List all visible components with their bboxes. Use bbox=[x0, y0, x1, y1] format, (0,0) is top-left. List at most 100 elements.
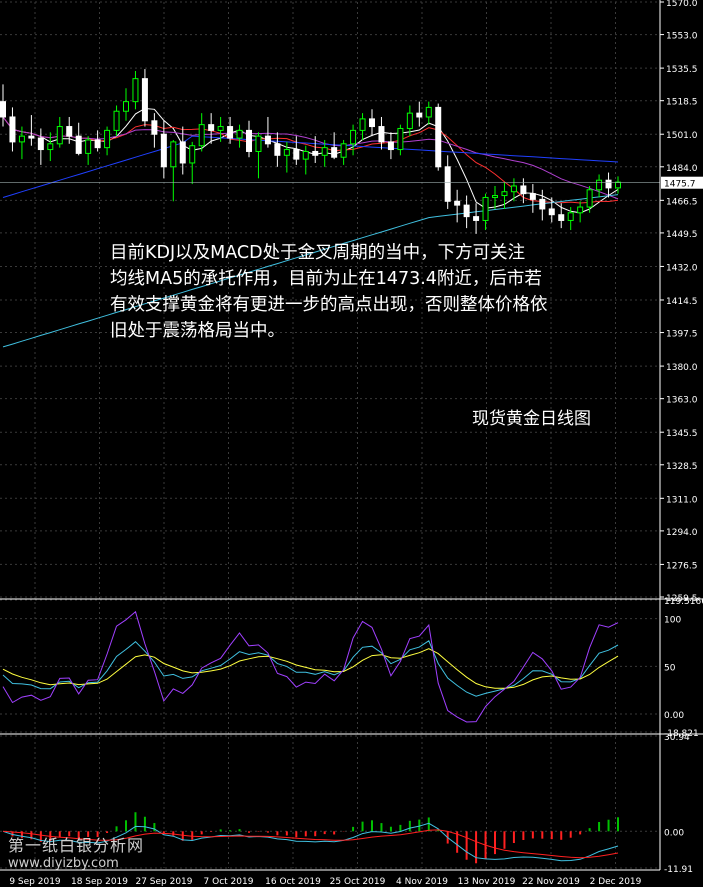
price-tick-label: 1535.5 bbox=[666, 65, 698, 75]
candle-body bbox=[56, 126, 63, 145]
candle-body bbox=[75, 135, 82, 154]
date-tick-label: 22 Nov 2019 bbox=[522, 877, 580, 887]
price-tick-label: 1276.5 bbox=[666, 561, 698, 571]
candle-body bbox=[350, 129, 357, 145]
candle-body bbox=[28, 135, 35, 139]
price-tick-label: 1553.0 bbox=[666, 32, 698, 42]
candle-body bbox=[160, 133, 167, 168]
price-tick-label: 1501.0 bbox=[666, 131, 698, 141]
candle-body bbox=[605, 179, 612, 189]
candle-body bbox=[189, 145, 196, 164]
date-tick-label: 7 Oct 2019 bbox=[204, 877, 254, 887]
candle-body bbox=[501, 191, 508, 197]
gold-daily-chart: 1570.0 1553.0 1535.5 1518.5 1501.0 1484.0 1466… bbox=[0, 0, 703, 887]
candle-body bbox=[482, 196, 489, 221]
candle-body bbox=[274, 143, 281, 156]
candle-body bbox=[567, 212, 574, 221]
candle-body bbox=[321, 147, 328, 156]
price-tick-label: 1328.5 bbox=[666, 462, 698, 472]
date-tick-label: 27 Sep 2019 bbox=[135, 877, 192, 887]
date-tick-label: 4 Nov 2019 bbox=[396, 877, 448, 887]
candle-body bbox=[548, 208, 555, 216]
candle-body bbox=[47, 143, 54, 151]
price-tick-label: 1518.5 bbox=[666, 98, 698, 108]
candle-body bbox=[283, 149, 290, 156]
price-tick-label: 1294.0 bbox=[666, 528, 698, 538]
date-tick-label: 2 Dec 2019 bbox=[590, 877, 642, 887]
candle-body bbox=[369, 118, 375, 128]
macd-tick-label: 30.94 bbox=[664, 733, 690, 743]
date-tick-label: 9 Sep 2019 bbox=[9, 877, 61, 887]
price-tick-label: 1570.0 bbox=[666, 0, 698, 9]
candle-body bbox=[179, 141, 186, 164]
candle-body bbox=[113, 110, 120, 131]
candle-body bbox=[141, 78, 148, 122]
price-tick-label: 1397.5 bbox=[666, 330, 698, 340]
candle-body bbox=[94, 139, 101, 149]
candle-body bbox=[387, 141, 394, 151]
annotation-line-1: 目前KDJ以及MACD处于金叉周期的当中，下方可关注 bbox=[110, 243, 526, 263]
candle-body bbox=[520, 185, 527, 195]
candle-body bbox=[312, 150, 319, 156]
candle-body bbox=[577, 206, 584, 214]
analysis-annotation: 目前KDJ以及MACD处于金叉周期的当中，下方可关注 均线MA5的承托作用，目前… bbox=[110, 240, 590, 344]
candle-body bbox=[9, 116, 16, 143]
candle-body bbox=[132, 78, 139, 103]
kdj-tick-label: 100 bbox=[664, 616, 681, 626]
price-tick-label: 1432.0 bbox=[666, 263, 698, 273]
price-tick-label: 1345.5 bbox=[666, 429, 698, 439]
annotation-line-4: 旧处于震荡格局当中。 bbox=[110, 321, 285, 341]
candle-body bbox=[435, 106, 442, 168]
kdj-tick-label: 50 bbox=[664, 663, 676, 673]
candle-body bbox=[539, 198, 546, 210]
candle-body bbox=[596, 179, 603, 191]
candle-body bbox=[85, 139, 92, 154]
candle-body bbox=[66, 126, 73, 137]
candle-body bbox=[302, 150, 309, 160]
candle-body bbox=[170, 141, 177, 168]
candle-body bbox=[246, 129, 252, 152]
candle-body bbox=[425, 106, 432, 118]
candle-body bbox=[255, 135, 262, 152]
price-tick-label: 1414.5 bbox=[666, 297, 698, 307]
price-tick-label: 1380.0 bbox=[666, 363, 698, 373]
candle-body bbox=[444, 166, 451, 202]
date-tick-label: 16 Oct 2019 bbox=[265, 877, 321, 887]
candle-body bbox=[151, 120, 158, 135]
date-tick-label: 25 Oct 2019 bbox=[330, 877, 386, 887]
price-tick-label: 1484.0 bbox=[666, 164, 698, 174]
candle-body bbox=[18, 135, 25, 143]
price-tick-label: 1466.5 bbox=[666, 197, 698, 207]
price-tick-label: 1363.0 bbox=[666, 396, 698, 406]
candle-body bbox=[208, 124, 215, 131]
date-tick-label: 18 Sep 2019 bbox=[71, 877, 128, 887]
candle-body bbox=[492, 195, 498, 198]
candle-body bbox=[529, 193, 536, 200]
kdj-tick-label: 119.5166 bbox=[664, 597, 703, 607]
candle-body bbox=[227, 126, 234, 139]
candle-body bbox=[0, 101, 6, 118]
candle-body bbox=[510, 185, 517, 193]
candle-body bbox=[123, 101, 129, 112]
candle-body bbox=[331, 147, 338, 158]
candle-body bbox=[416, 112, 423, 118]
kdj-tick-label: 0.00 bbox=[664, 711, 684, 721]
chart-caption: 现货黄金日线图 bbox=[472, 409, 591, 429]
candle-body bbox=[198, 124, 205, 147]
candle-body bbox=[359, 118, 366, 131]
candle-body bbox=[454, 200, 461, 206]
candle-body bbox=[104, 129, 111, 149]
current-price-label: 1475.7 bbox=[664, 180, 696, 190]
candle-body bbox=[473, 216, 480, 221]
candle-body bbox=[378, 126, 385, 143]
candle-body bbox=[397, 127, 404, 151]
candle-body bbox=[340, 143, 347, 158]
macd-tick-label: -11.91 bbox=[664, 865, 693, 875]
candle-body bbox=[293, 149, 300, 160]
candle-body bbox=[586, 189, 593, 208]
candle-body bbox=[217, 126, 224, 131]
watermark-text: 第一纸白银分析网 bbox=[8, 836, 145, 855]
candle-body bbox=[558, 214, 565, 221]
candle-body bbox=[406, 112, 413, 129]
date-tick-label: 13 Nov 2019 bbox=[458, 877, 516, 887]
